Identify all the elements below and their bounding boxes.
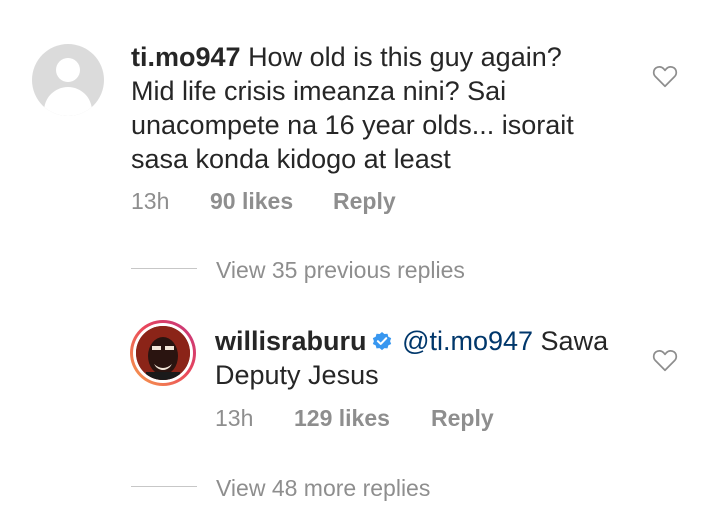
reply-likes[interactable]: 129 likes [294,405,390,432]
avatar-face-icon [136,326,190,380]
view-previous-replies-link[interactable]: View 35 previous replies [216,257,465,284]
divider [131,486,197,487]
verified-badge-icon [372,332,391,351]
view-more-replies-link[interactable]: View 48 more replies [216,475,430,502]
avatar-default[interactable] [32,44,104,116]
reply-username[interactable]: willisraburu [215,326,367,356]
reply-time: 13h [215,405,254,431]
heart-outline-icon[interactable] [652,64,678,88]
profile-photo [136,326,190,380]
avatar[interactable] [130,320,196,386]
comment-body: ti.mo947 How old is this guy again? Mid … [131,40,611,176]
comment-time: 13h [131,188,170,214]
divider [131,268,197,269]
reply-button[interactable]: Reply [333,188,396,215]
default-avatar-icon [56,58,80,82]
comment-username[interactable]: ti.mo947 [131,42,241,72]
heart-outline-icon[interactable] [652,348,678,372]
mention-link[interactable]: @ti.mo947 [402,326,533,356]
comment-likes[interactable]: 90 likes [210,188,293,215]
reply-body: willisraburu @ti.mo947 Sawa Deputy Jesus [215,324,635,392]
reply-button[interactable]: Reply [431,405,494,432]
